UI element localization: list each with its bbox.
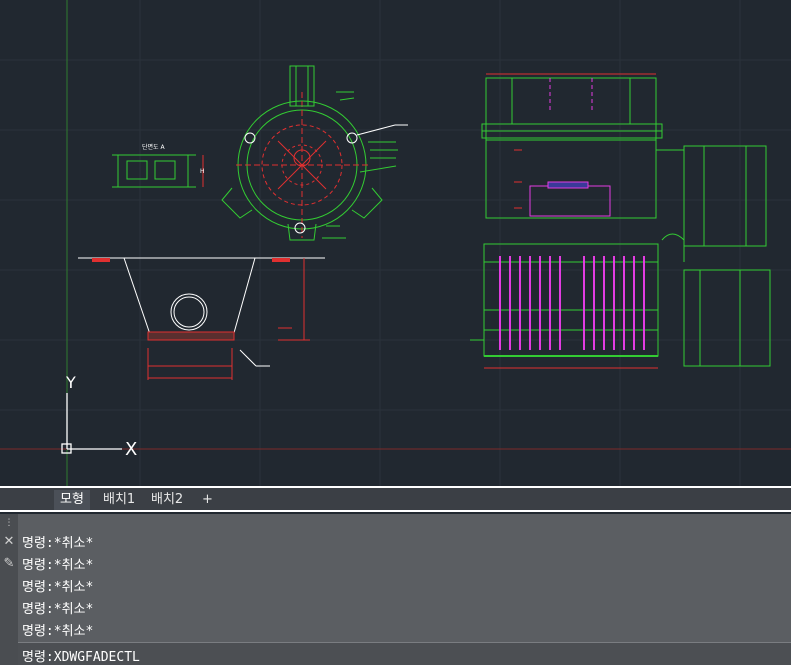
ucs-x-label: X <box>125 439 137 460</box>
tab-model[interactable]: 모형 <box>54 490 90 510</box>
grip-icon[interactable]: ⋮ <box>0 518 18 528</box>
history-line: 명령:*취소* <box>22 624 94 639</box>
ucs-icon <box>61 393 122 454</box>
command-history: 명령:*취소* 명령:*취소* 명령:*취소* 명령:*취소* 명령:*취소* <box>18 514 791 642</box>
history-line: 명령:*취소* <box>22 602 94 617</box>
close-icon[interactable]: ✕ <box>0 534 18 549</box>
new-layout-tab-button[interactable]: + <box>196 490 219 510</box>
command-line-panel: ⋮ ✕ ✎ 명령:*취소* 명령:*취소* 명령:*취소* 명령:*취소* 명령… <box>0 514 791 665</box>
history-line: 명령:*취소* <box>22 580 94 595</box>
command-input[interactable]: 명령:XDWGFADECTL <box>18 642 791 665</box>
block-section-detail <box>112 154 204 188</box>
trench-section-view <box>78 257 325 380</box>
tab-layout2[interactable]: 배치2 <box>145 490 189 510</box>
section-title: 단면도 A <box>142 143 165 151</box>
background-grid <box>0 0 791 486</box>
history-line: 명령:*취소* <box>22 536 94 551</box>
model-space-canvas[interactable]: Y X 단면도 A H <box>0 0 791 486</box>
dim-h-label: H <box>200 168 205 175</box>
layout-tab-bar: 모형 배치1 배치2 + <box>0 486 791 512</box>
history-line: 명령:*취소* <box>22 558 94 573</box>
tab-layout1[interactable]: 배치1 <box>97 490 141 510</box>
drawing-viewport[interactable]: Y X 단면도 A H <box>0 0 791 486</box>
pin-icon[interactable]: ✎ <box>0 556 18 571</box>
command-prompt-label: 명령: <box>22 650 54 665</box>
command-input-value[interactable]: XDWGFADECTL <box>54 650 140 665</box>
ucs-y-label: Y <box>65 373 76 392</box>
command-panel-handle[interactable]: ⋮ ✕ ✎ <box>0 514 19 665</box>
